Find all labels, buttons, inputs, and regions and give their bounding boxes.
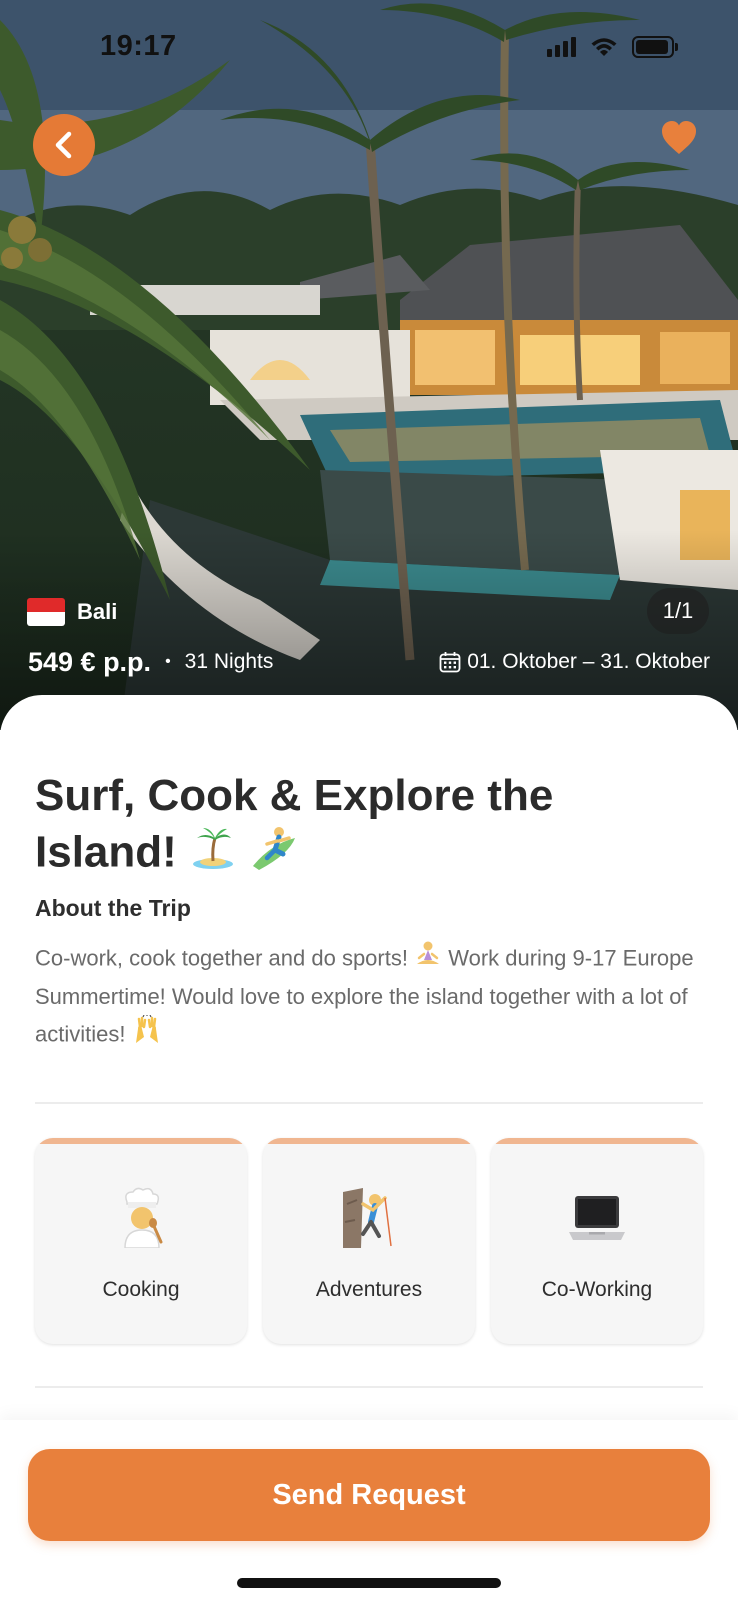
wifi-icon (591, 38, 617, 56)
chevron-left-icon (55, 131, 72, 159)
card-accent-bar (263, 1138, 475, 1144)
image-counter: 1/1 (647, 588, 709, 634)
battery-icon (632, 36, 678, 58)
cook-emoji-icon (35, 1186, 247, 1248)
meditation-emoji-icon (414, 940, 442, 979)
price: 549 € p.p. (28, 646, 152, 677)
date-range: 01. Oktober – 31. Oktober (439, 650, 710, 674)
card-accent-bar (35, 1138, 247, 1144)
trip-info-row: 549 € p.p. • 31 Nights 01. Oktober – 31.… (28, 644, 710, 680)
back-button[interactable] (33, 114, 95, 176)
send-request-button[interactable]: Send Request (28, 1449, 710, 1541)
status-icons (547, 36, 678, 58)
home-indicator (237, 1578, 501, 1588)
climber-emoji-icon (263, 1186, 475, 1248)
date-range-text: 01. Oktober – 31. Oktober (467, 650, 710, 673)
section-divider (35, 1386, 703, 1388)
section-divider (35, 1102, 703, 1104)
activity-card-cooking[interactable]: Cooking (35, 1138, 247, 1344)
status-bar: 19:17 (0, 0, 738, 100)
activity-card-coworking[interactable]: Co-Working (491, 1138, 703, 1344)
card-accent-bar (491, 1138, 703, 1144)
activity-label-cooking: Cooking (102, 1278, 180, 1301)
calendar-icon (439, 652, 461, 673)
activity-cards: Cooking Adventures Co-Working (35, 1138, 703, 1344)
nights-count: 31 Nights (184, 650, 274, 673)
about-heading: About the Trip (35, 895, 191, 921)
laptop-emoji-icon (491, 1186, 703, 1248)
surfer-emoji-icon (249, 824, 299, 886)
separator-dot: • (165, 653, 171, 670)
heart-icon[interactable] (660, 120, 698, 156)
raised-hands-emoji-icon (132, 1014, 162, 1056)
island-emoji-icon (191, 826, 235, 884)
trip-detail-screen: 19:17 Bali 1/1 549 € p.p. • 31 Nights 01… (0, 0, 738, 1600)
trip-description: Co-work, cook together and do sports! Wo… (35, 940, 695, 1056)
status-time: 19:17 (100, 30, 177, 62)
activity-card-adventures[interactable]: Adventures (263, 1138, 475, 1344)
cellular-signal-icon (547, 37, 576, 57)
activity-label-adventures: Adventures (315, 1278, 423, 1301)
location-name: Bali (77, 599, 118, 624)
description-part-1: Co-work, cook together and do sports! (35, 945, 408, 971)
indonesia-flag-icon (27, 598, 65, 626)
trip-title: Surf, Cook & Explore the Island! (35, 768, 675, 886)
location-tag: Bali (27, 598, 117, 626)
activity-label-coworking: Co-Working (541, 1278, 653, 1301)
